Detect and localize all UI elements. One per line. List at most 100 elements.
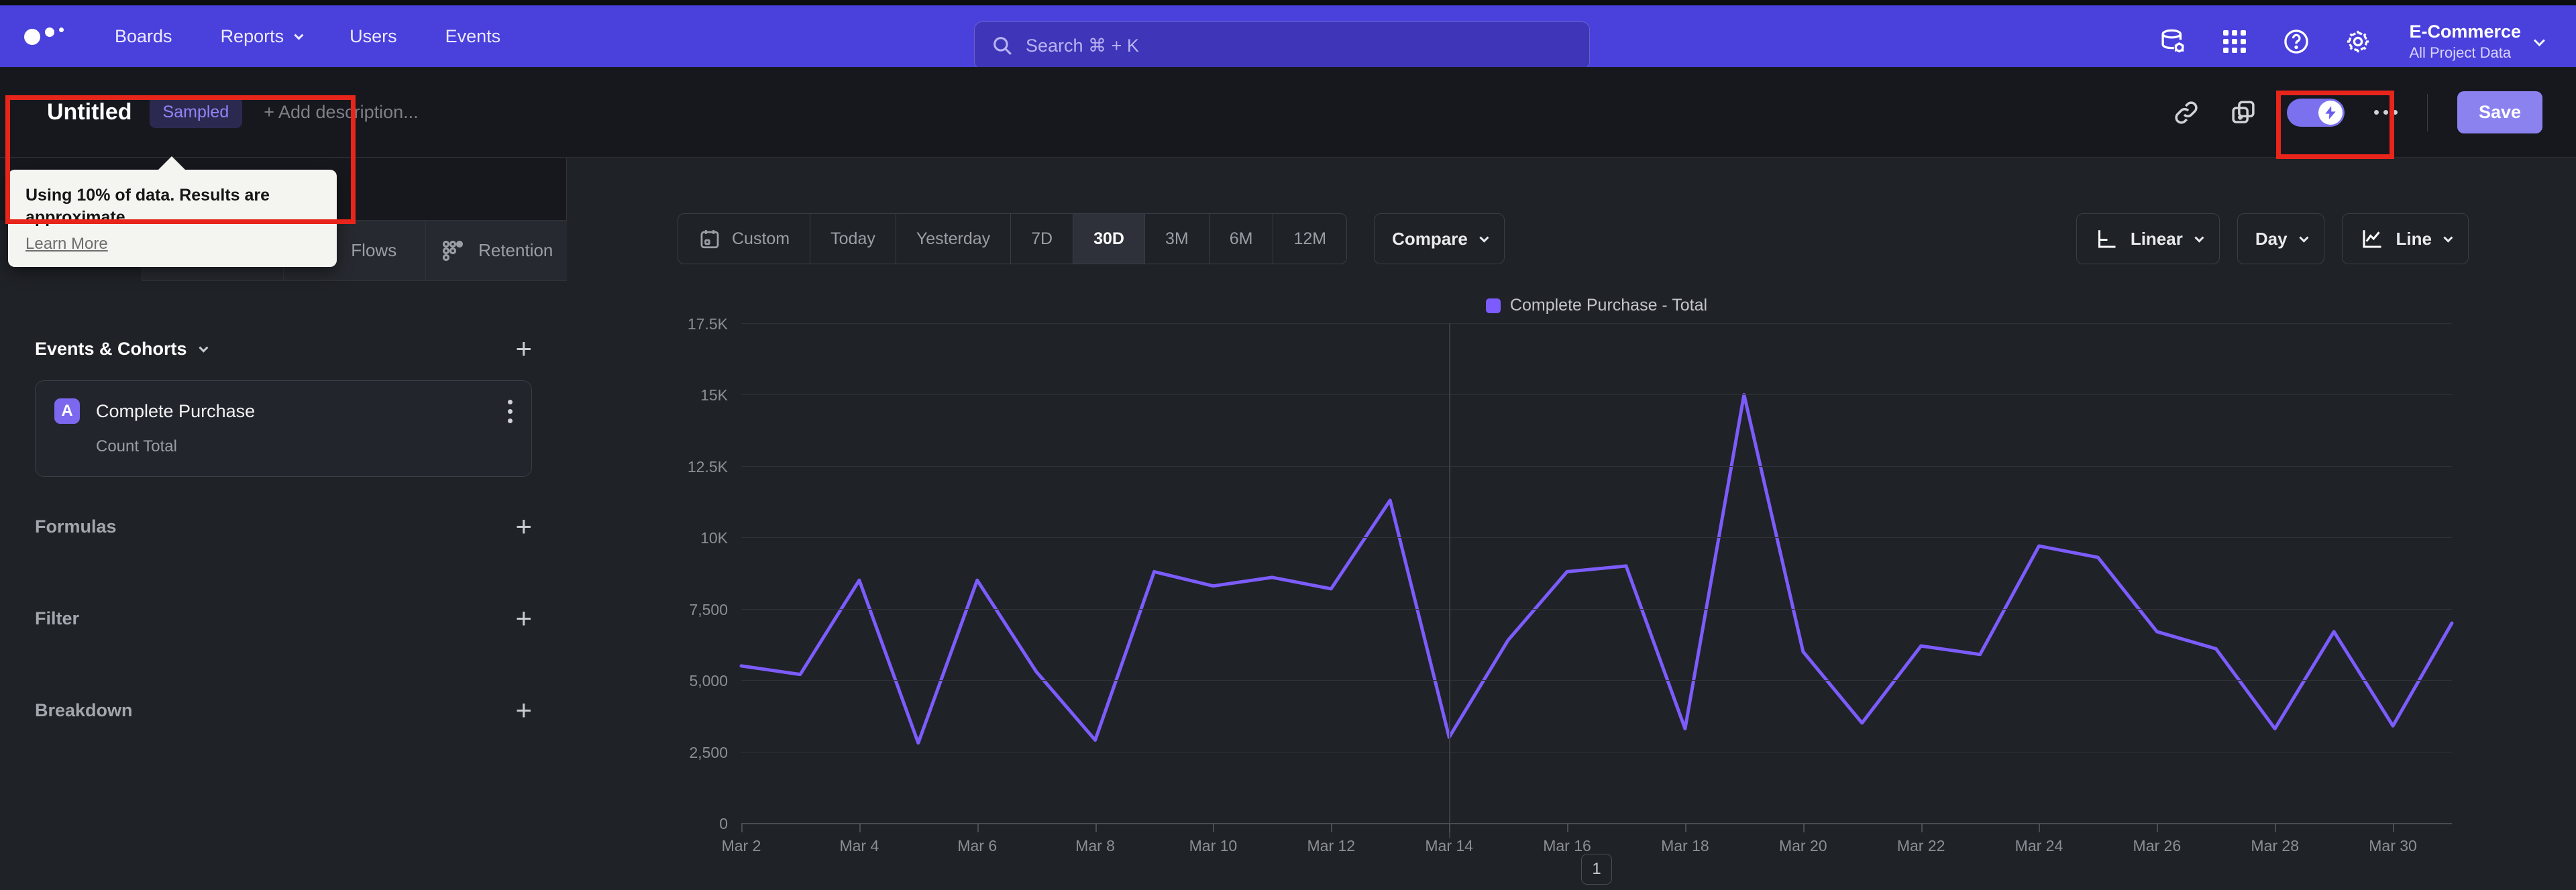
legend-label: Complete Purchase - Total [1509,296,1708,315]
chevron-down-icon [1479,233,1489,243]
gridline [741,465,2452,467]
search-icon [991,34,1014,57]
add-event-button[interactable]: + [515,335,532,363]
chart-legend: Complete Purchase - Total [741,296,2452,315]
nav-item-label: Users [350,25,397,46]
chart-type-dropdown[interactable]: Line [2341,213,2469,264]
nav-item-users[interactable]: Users [350,26,397,47]
y-axis-tick-label: 17.5K [687,315,728,333]
x-axis-tick-label: Mar 8 [1075,837,1115,854]
section-breakdown: Breakdown + [35,696,532,724]
range-label: Yesterday [916,229,991,248]
nav-item-events[interactable]: Events [445,26,501,47]
report-actions: Save [2173,67,2542,158]
range-7d[interactable]: 7D [1011,214,1074,264]
range-label: 30D [1093,229,1124,248]
window-top-strip [0,0,2576,5]
range-today[interactable]: Today [810,214,896,264]
x-axis-tick [1921,823,1923,832]
add-to-board-icon[interactable] [2229,99,2257,127]
range-12m[interactable]: 12M [1273,214,1346,264]
sampling-toggle[interactable] [2286,98,2345,127]
x-axis-tick [741,823,743,832]
x-axis-tick-label: Mar 20 [1778,837,1827,854]
help-icon[interactable] [2282,27,2311,56]
x-axis-tick-label: Mar 10 [1189,837,1238,854]
x-axis-tick [2275,823,2277,832]
range-label: Today [830,229,875,248]
range-30d[interactable]: 30D [1073,214,1145,264]
x-axis-tick [1567,823,1569,832]
report-header: Untitled Sampled + Add description... Sa… [0,67,2576,158]
report-title[interactable]: Untitled [47,99,132,125]
data-management-icon[interactable] [2158,27,2188,56]
x-axis-tick [1449,823,1451,832]
apps-grid-icon[interactable] [2220,27,2249,56]
tab-retention[interactable]: Retention [425,220,567,281]
event-name[interactable]: Complete Purchase [96,401,492,422]
nav-item-boards[interactable]: Boards [115,26,172,47]
line-chart-plot[interactable]: 17.5K 15K 12.5K 10K 7,500 5,000 2,500 0 Mar 2 Mar… [688,315,2454,854]
x-axis-tick-label: Mar 16 [1543,837,1591,854]
project-name: E-Commerce [2409,21,2521,42]
x-axis-tick-label: Mar 24 [2015,837,2063,854]
event-options-icon[interactable] [508,399,513,423]
gridline [741,537,2452,539]
chevron-down-icon [2533,35,2545,47]
x-axis-tick [1331,823,1333,832]
copy-link-icon[interactable] [2173,99,2200,126]
gridline [741,751,2452,753]
settings-gear-icon[interactable] [2343,27,2373,56]
section-filter: Filter + [35,604,532,632]
range-label: 7D [1031,229,1053,248]
add-formulas-button[interactable]: + [515,512,532,541]
chart-display-controls: Linear Day Line [2076,213,2469,264]
x-axis-tick [977,823,979,832]
search-input[interactable]: Search ⌘ + K [974,21,1590,70]
add-filter-button[interactable]: + [515,604,532,632]
section-label: Formulas [35,516,117,537]
more-options-icon[interactable] [2373,110,2398,115]
nav-item-reports[interactable]: Reports [221,26,304,47]
sampled-badge[interactable]: Sampled [149,96,243,128]
section-label: Breakdown [35,700,133,720]
nav-right-cluster: E-Commerce All Project Data [2158,11,2545,72]
range-yesterday[interactable]: Yesterday [896,214,1012,264]
save-button[interactable]: Save [2457,91,2542,133]
x-axis-tick [1803,823,1805,832]
series-line [739,392,2454,745]
add-description-field[interactable]: + Add description... [264,102,418,123]
x-axis-tick-label: Mar 4 [839,837,879,854]
event-series-badge: A [54,398,80,424]
x-axis-tick-label: Mar 30 [2369,837,2417,854]
y-axis-tick-label: 0 [719,815,728,832]
nav-item-label: Events [445,25,501,46]
event-card[interactable]: A Complete Purchase Count Total [35,380,532,477]
gridline [741,823,2452,824]
gridline [741,323,2452,324]
add-breakdown-button[interactable]: + [515,696,532,724]
x-axis-tick [2039,823,2041,832]
event-metric[interactable]: Count Total [96,437,513,456]
calendar-icon [698,227,721,250]
page-button[interactable]: 1 [1581,854,1612,885]
divider [2426,93,2428,131]
search-placeholder: Search ⌘ + K [1026,35,1139,56]
mixpanel-logo-icon[interactable] [24,27,64,45]
top-navigation-bar: Boards Reports Users Events Search ⌘ + K E-… [0,5,2576,70]
events-cohorts-label[interactable]: Events & Cohorts [35,339,209,359]
sampling-tooltip: Using 10% of data. Results are approxima… [8,156,337,267]
y-axis-tick-label: 7,500 [689,600,728,618]
range-label: 3M [1165,229,1189,248]
scale-dropdown[interactable]: Linear [2076,213,2220,264]
range-custom[interactable]: Custom [678,214,811,264]
project-switcher[interactable]: E-Commerce All Project Data [2409,21,2545,62]
range-label: Custom [732,229,790,248]
range-3m[interactable]: 3M [1145,214,1210,264]
range-6m[interactable]: 6M [1210,214,1274,264]
gridline [741,680,2452,681]
learn-more-link[interactable]: Learn More [25,235,108,254]
y-axis-tick-label: 2,500 [689,743,728,761]
interval-dropdown[interactable]: Day [2237,213,2324,264]
compare-button[interactable]: Compare [1374,213,1505,264]
